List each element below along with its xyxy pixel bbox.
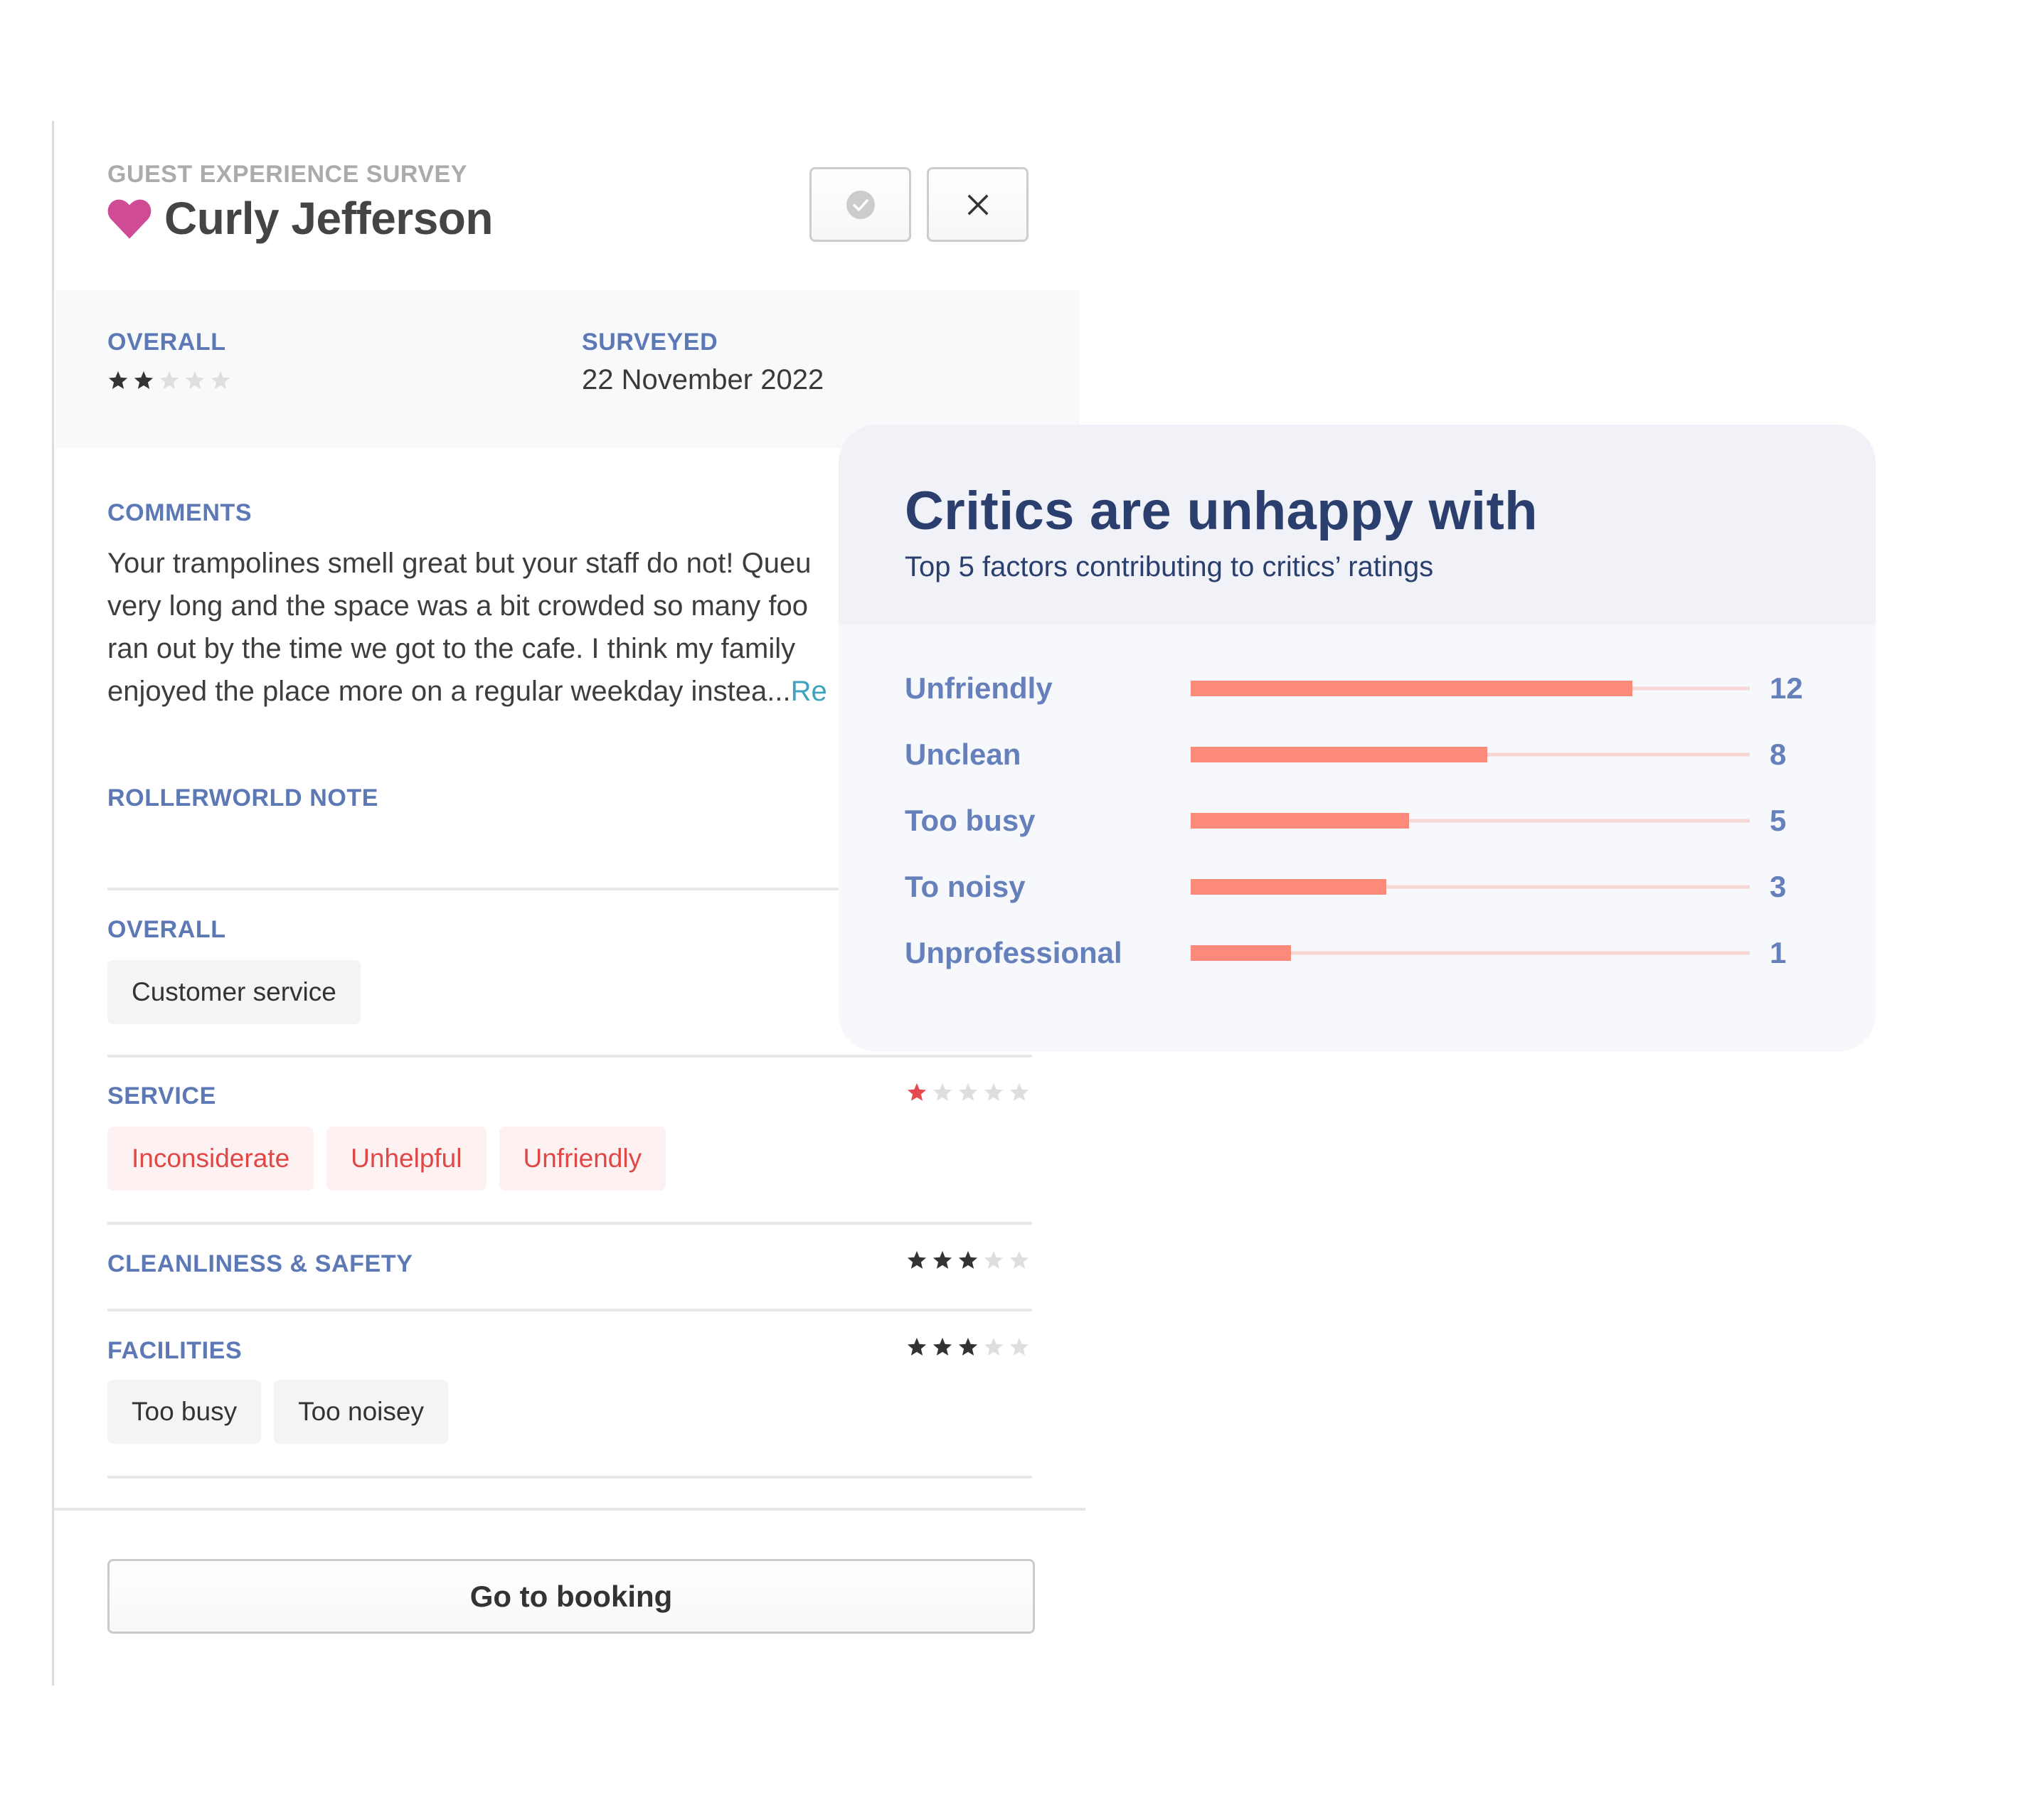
star-empty-icon	[932, 1082, 952, 1101]
tag-chip: Too noisey	[274, 1380, 448, 1444]
surveyed-date: 22 November 2022	[582, 364, 824, 395]
star-empty-icon	[984, 1337, 1004, 1356]
cleanliness-rating-stars	[906, 1250, 1030, 1271]
tag-chip: Customer service	[107, 960, 361, 1024]
bar-value-label: 3	[1770, 870, 1787, 903]
bar-value-label: 12	[1770, 671, 1803, 705]
section-overall-label: OVERALL	[107, 916, 226, 943]
close-icon	[967, 194, 988, 215]
star-empty-icon	[1009, 1082, 1029, 1101]
star-empty-icon	[1009, 1337, 1029, 1356]
bar-value-label: 5	[1770, 804, 1787, 837]
star-filled-icon	[958, 1337, 978, 1356]
surveyed-label: SURVEYED	[582, 329, 718, 356]
overall-rating-stars	[107, 370, 231, 391]
bar-label: Unfriendly	[905, 671, 1053, 705]
section-cleanliness-label: CLEANLINESS & SAFETY	[107, 1250, 413, 1277]
bar-value-label: 1	[1770, 936, 1787, 969]
star-filled-icon	[907, 1250, 927, 1269]
star-filled-icon	[108, 371, 128, 389]
star-filled-icon	[932, 1337, 952, 1356]
close-button[interactable]	[927, 167, 1029, 242]
star-empty-icon	[185, 371, 205, 389]
tag-chip: Too busy	[107, 1380, 262, 1444]
bar	[1191, 813, 1409, 829]
divider	[107, 1222, 1032, 1225]
divider	[107, 1309, 1032, 1311]
comment-line: very long and the space was a bit crowde…	[107, 590, 808, 622]
critics-card: Critics are unhappy with Top 5 factors c…	[839, 425, 1876, 1052]
tag-chip-negative: Unhelpful	[326, 1127, 487, 1191]
bar	[1191, 945, 1291, 961]
comment-line: Your trampolines smell great but your st…	[107, 548, 812, 579]
bar-value-label: 8	[1770, 738, 1787, 771]
scroll-footer-divider	[54, 1508, 1085, 1511]
star-empty-icon	[1009, 1250, 1029, 1269]
star-filled-icon	[958, 1250, 978, 1269]
critics-bar-chart: Unfriendly 12 Unclean 8 Too busy 5 To noisy 3 Un…	[839, 425, 1876, 1052]
bar-label: Unprofessional	[905, 936, 1122, 969]
divider	[107, 1055, 1032, 1058]
star-empty-icon	[958, 1082, 978, 1101]
tag-chip-negative: Unfriendly	[499, 1127, 666, 1191]
check-circle-icon	[846, 190, 875, 219]
overall-tags: Customer service	[107, 960, 373, 1024]
bar	[1191, 879, 1386, 895]
star-empty-icon	[984, 1250, 1004, 1269]
section-service-label: SERVICE	[107, 1082, 216, 1109]
heart-icon	[107, 199, 152, 239]
bar	[1191, 747, 1487, 762]
guest-title-row: Curly Jefferson	[106, 192, 493, 245]
bar-label: Unclean	[905, 738, 1021, 771]
overall-label: OVERALL	[107, 329, 226, 356]
facilities-rating-stars	[906, 1336, 1030, 1358]
service-tags: Inconsiderate Unhelpful Unfriendly	[107, 1127, 679, 1191]
approve-button[interactable]	[809, 167, 911, 242]
star-filled-icon	[907, 1082, 927, 1101]
guest-name: Curly Jefferson	[164, 193, 493, 244]
star-filled-icon	[932, 1250, 952, 1269]
section-facilities-label: FACILITIES	[107, 1337, 243, 1364]
service-rating-stars	[906, 1082, 1030, 1103]
comment-text: Your trampolines smell great but your st…	[107, 542, 826, 713]
comment-line: enjoyed the place more on a regular week…	[107, 676, 826, 707]
comment-line: ran out by the time we got to the cafe. …	[107, 633, 796, 664]
star-empty-icon	[159, 371, 179, 389]
tag-chip-negative: Inconsiderate	[107, 1127, 314, 1191]
survey-eyebrow: GUEST EXPERIENCE SURVEY	[107, 161, 467, 188]
bar-label: Too busy	[905, 804, 1036, 837]
star-empty-icon	[984, 1082, 1004, 1101]
divider	[107, 1476, 1032, 1479]
star-filled-icon	[907, 1337, 927, 1356]
bar-label: To noisy	[905, 870, 1026, 903]
rollerworld-note-label: ROLLERWORLD NOTE	[107, 784, 379, 811]
read-more-link[interactable]: Re	[791, 676, 826, 707]
facilities-tags: Too busy Too noisey	[107, 1380, 461, 1444]
comments-label: COMMENTS	[107, 499, 253, 526]
go-to-booking-button[interactable]: Go to booking	[107, 1559, 1035, 1634]
star-empty-icon	[211, 371, 230, 389]
star-filled-icon	[134, 371, 154, 389]
bar	[1191, 681, 1632, 696]
